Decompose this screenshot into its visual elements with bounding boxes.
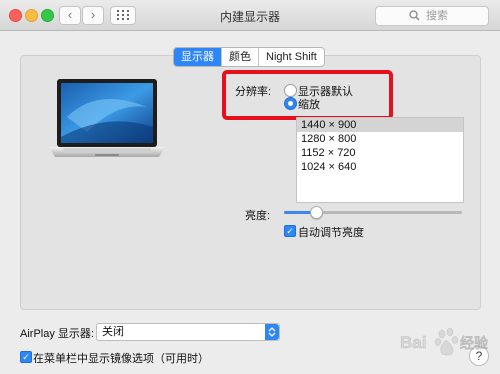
- radio-default-display[interactable]: [284, 84, 297, 97]
- tab-color[interactable]: 颜色: [222, 48, 259, 66]
- resolution-list: 1440 × 900 1280 × 800 1152 × 720 1024 × …: [296, 117, 464, 203]
- radio-scaled-label[interactable]: 缩放: [298, 96, 320, 112]
- tab-bar: 显示器 颜色 Night Shift: [173, 47, 325, 67]
- search-field[interactable]: 搜索: [375, 6, 489, 26]
- checkmark-icon: ✓: [22, 352, 30, 362]
- resolution-option[interactable]: 1280 × 800: [297, 132, 463, 146]
- radio-scaled[interactable]: [284, 97, 297, 110]
- laptop-image: [49, 79, 165, 157]
- mirroring-label[interactable]: 在菜单栏中显示镜像选项（可用时）: [33, 350, 209, 366]
- tab-night-shift[interactable]: Night Shift: [259, 48, 324, 66]
- updown-arrow-icon: [265, 324, 279, 340]
- search-placeholder: 搜索: [426, 10, 448, 22]
- auto-brightness-label[interactable]: 自动调节亮度: [298, 224, 364, 240]
- resolution-option[interactable]: 1024 × 640: [297, 160, 463, 174]
- brightness-knob[interactable]: [310, 206, 324, 219]
- brightness-label: 亮度:: [245, 210, 271, 222]
- brightness-slider[interactable]: [284, 206, 462, 219]
- tab-display[interactable]: 显示器: [174, 48, 222, 66]
- svg-text:Bai: Bai: [400, 333, 426, 352]
- resolution-option[interactable]: 1152 × 720: [297, 146, 463, 160]
- mirroring-checkbox[interactable]: ✓: [20, 351, 32, 363]
- resolution-option[interactable]: 1440 × 900: [297, 118, 463, 132]
- airplay-label: AirPlay 显示器:: [20, 328, 94, 340]
- auto-brightness-checkbox[interactable]: ✓: [284, 225, 296, 237]
- airplay-select[interactable]: 关闭: [96, 323, 280, 341]
- title-bar: ‹ › 内建显示器 搜索: [0, 0, 500, 31]
- resolution-label: 分辨率:: [235, 86, 272, 98]
- airplay-value: 关闭: [102, 326, 124, 338]
- checkmark-icon: ✓: [286, 226, 294, 236]
- baidu-watermark: Bai 经验: [400, 327, 489, 356]
- watermark-text: 经验: [460, 335, 489, 352]
- search-icon: [409, 10, 420, 21]
